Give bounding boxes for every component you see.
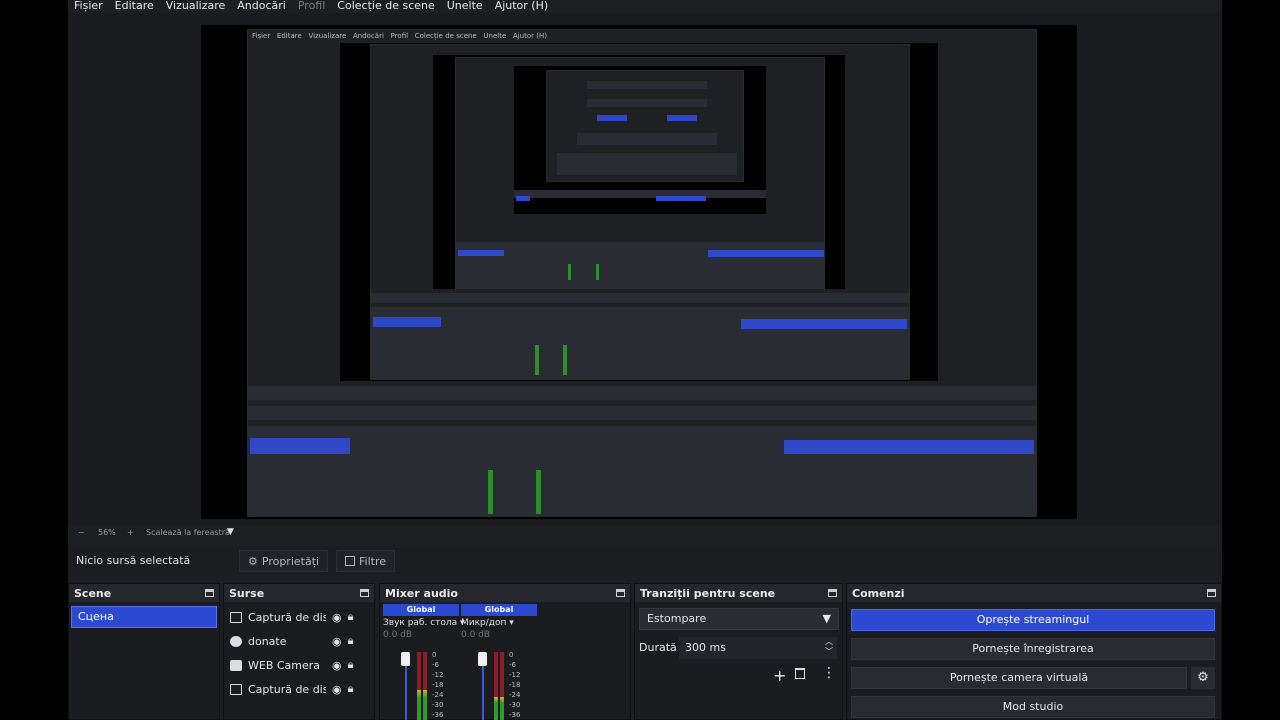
camera-icon bbox=[230, 659, 242, 671]
transition-select[interactable]: Estompare ▼ bbox=[639, 608, 839, 630]
add-icon[interactable]: + bbox=[773, 666, 786, 685]
menu-file[interactable]: Fișier bbox=[68, 0, 109, 13]
scenes-title: Scene bbox=[74, 586, 112, 600]
scenes-dock: Scene Сцена bbox=[68, 583, 220, 720]
menu-scene-collection[interactable]: Colecție de scene bbox=[331, 0, 440, 13]
scene-item[interactable]: Сцена bbox=[71, 606, 217, 628]
source-label: Captură de displ bbox=[248, 682, 326, 696]
mixer-title: Mixer audio bbox=[385, 586, 458, 600]
duration-input[interactable]: 300 ms ︿ ﹀ bbox=[679, 637, 837, 659]
preview-canvas[interactable]: Fișier Editare Vizualizare Andocări Prof… bbox=[201, 25, 1077, 519]
menu-view[interactable]: Vizualizare bbox=[160, 0, 232, 13]
lock-icon[interactable]: 🔒︎ bbox=[348, 634, 354, 648]
source-item[interactable]: WEB Camera ◉ 🔒︎ bbox=[230, 654, 370, 676]
chevron-down-icon: ▼ bbox=[822, 612, 831, 625]
controls-dock: Comenzi Oprește streamingul Pornește înr… bbox=[846, 583, 1222, 720]
mixer-channel: Global Микр/доп ▾ 0.0 dB bbox=[461, 604, 537, 640]
transition-value: Estompare bbox=[647, 612, 707, 625]
properties-button[interactable]: ⚙ Proprietăți bbox=[239, 550, 329, 572]
sources-title: Surse bbox=[229, 586, 265, 600]
level-meter-green bbox=[423, 690, 427, 720]
globe-icon bbox=[230, 635, 242, 647]
filter-icon bbox=[345, 556, 355, 566]
trash-icon[interactable] bbox=[795, 668, 805, 679]
filters-button[interactable]: Filtre bbox=[336, 550, 396, 572]
channel-global-label: Global bbox=[461, 604, 537, 616]
channel-device[interactable]: Звук раб. стола ▾ bbox=[383, 618, 465, 628]
source-label: Captură de displ bbox=[248, 610, 326, 624]
menu-help[interactable]: Ajutor (H) bbox=[489, 0, 554, 13]
undock-icon[interactable] bbox=[828, 589, 837, 597]
properties-label: Proprietăți bbox=[261, 554, 320, 568]
studio-mode-button[interactable]: Mod studio bbox=[851, 696, 1215, 718]
source-label: donate bbox=[248, 634, 287, 648]
meter-scale: 0 -6 -12 -18 -24 -30 -36 bbox=[432, 651, 444, 719]
audio-mixer-dock: Mixer audio Global Звук раб. стола ▾ 0.0… bbox=[379, 583, 631, 720]
lock-icon[interactable]: 🔒︎ bbox=[348, 658, 354, 672]
eye-icon[interactable]: ◉ bbox=[332, 659, 342, 672]
obs-window: Fișier Editare Vizualizare Andocări Prof… bbox=[68, 0, 1222, 720]
zoom-bar: − 56% + Scalează la fereastră ▼ bbox=[68, 525, 1222, 541]
level-meter-green bbox=[500, 697, 504, 720]
gear-icon: ⚙ bbox=[248, 554, 258, 568]
chevron-down-icon[interactable]: ▼ bbox=[227, 527, 234, 537]
undock-icon[interactable] bbox=[205, 589, 214, 597]
undock-icon[interactable] bbox=[360, 589, 369, 597]
sources-dock: Surse Captură de displ ◉ 🔒︎ donate ◉ 🔒︎ … bbox=[223, 583, 375, 720]
volume-slider-handle[interactable] bbox=[401, 652, 410, 666]
transitions-title: Tranziții pentru scene bbox=[640, 586, 776, 600]
nested-capture-1: Fișier Editare Vizualizare Andocări Prof… bbox=[247, 29, 1037, 517]
channel-db: 0.0 dB bbox=[383, 630, 413, 640]
source-item[interactable]: Captură de displ ◉ 🔒︎ bbox=[230, 606, 370, 628]
filters-label: Filtre bbox=[359, 554, 387, 568]
controls-title: Comenzi bbox=[852, 586, 905, 600]
menu-edit[interactable]: Editare bbox=[109, 0, 160, 13]
source-label: WEB Camera bbox=[248, 658, 321, 672]
eye-icon[interactable]: ◉ bbox=[332, 635, 342, 648]
start-recording-button[interactable]: Pornește înregistrarea bbox=[851, 638, 1215, 660]
lock-icon[interactable]: 🔒︎ bbox=[348, 610, 354, 624]
volume-slider-handle[interactable] bbox=[478, 652, 487, 666]
menu-profile[interactable]: Profil bbox=[292, 0, 331, 13]
zoom-in-button[interactable]: + bbox=[127, 528, 134, 537]
menu-tools[interactable]: Unelte bbox=[441, 0, 489, 13]
monitor-icon bbox=[230, 611, 242, 623]
monitor-icon bbox=[230, 683, 242, 695]
stop-streaming-button[interactable]: Oprește streamingul bbox=[851, 609, 1215, 631]
no-source-label: Nicio sursă selectată bbox=[76, 554, 191, 567]
meter-scale: 0 -6 -12 -18 -24 -30 -36 bbox=[509, 651, 521, 719]
eye-icon[interactable]: ◉ bbox=[332, 683, 342, 696]
undock-icon[interactable] bbox=[616, 589, 625, 597]
source-item[interactable]: Captură de displ ◉ 🔒︎ bbox=[230, 678, 370, 700]
zoom-value: 56% bbox=[98, 528, 116, 537]
level-meter-green bbox=[494, 697, 498, 720]
zoom-out-button[interactable]: − bbox=[78, 528, 85, 537]
level-meter-green bbox=[417, 690, 421, 720]
lock-icon[interactable]: 🔒︎ bbox=[348, 682, 354, 696]
menubar: Fișier Editare Vizualizare Andocări Prof… bbox=[68, 0, 1222, 13]
scale-mode[interactable]: Scalează la fereastră bbox=[146, 528, 230, 537]
channel-db: 0.0 dB bbox=[461, 630, 491, 640]
menu-docks[interactable]: Andocări bbox=[231, 0, 292, 13]
source-item[interactable]: donate ◉ 🔒︎ bbox=[230, 630, 370, 652]
scene-transitions-dock: Tranziții pentru scene Estompare ▼ Durat… bbox=[634, 583, 843, 720]
more-icon[interactable]: ⋮ bbox=[822, 666, 836, 680]
gear-icon[interactable]: ⚙ bbox=[1191, 667, 1215, 689]
properties-bar: Nicio sursă selectată ⚙ Proprietăți Filt… bbox=[68, 547, 1222, 575]
start-virtual-camera-button[interactable]: Pornește camera virtuală bbox=[851, 667, 1187, 689]
channel-device[interactable]: Микр/доп ▾ bbox=[461, 618, 537, 628]
mixer-channel: Global Звук раб. стола ▾ 0.0 dB bbox=[383, 604, 465, 640]
stepper-icon[interactable]: ︿ ﹀ bbox=[825, 637, 833, 657]
channel-global-label: Global bbox=[383, 604, 459, 616]
preview-area: Fișier Editare Vizualizare Andocări Prof… bbox=[68, 13, 1222, 525]
duration-label: Durată bbox=[639, 641, 677, 654]
undock-icon[interactable] bbox=[1207, 589, 1216, 597]
eye-icon[interactable]: ◉ bbox=[332, 611, 342, 624]
